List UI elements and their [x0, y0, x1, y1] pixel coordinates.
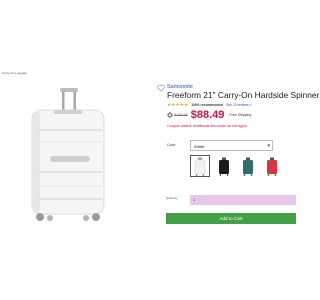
breadcrumb[interactable]: Carry-On Luggage — [2, 71, 27, 75]
recommend-text: 100% recommended — [191, 103, 224, 107]
suitcase-red-icon — [267, 157, 277, 176]
color-label: Color — [167, 143, 176, 147]
shipping-text: - Free Shipping — [227, 113, 252, 117]
color-select[interactable]: White ▾ — [190, 140, 273, 151]
sale-tag-icon — [167, 112, 173, 118]
chevron-down-icon: ▾ — [267, 143, 270, 149]
color-swatches — [190, 155, 282, 177]
coupon-message: Coupon added. Additional discounts do no… — [167, 124, 248, 128]
star-rating-icon: ★★★★★ — [167, 102, 189, 107]
color-select-value: White — [194, 144, 205, 149]
product-page: Carry-On Luggage Samsonite Freeform 21" … — [0, 0, 319, 300]
heart-icon[interactable] — [157, 84, 165, 92]
rating-row: ★★★★★ 100% recommended See 10 reviews » — [167, 102, 251, 108]
product-image[interactable] — [24, 86, 112, 222]
quantity-input[interactable]: 1 — [191, 196, 201, 204]
product-title: Freeform 21" Carry-On Hardside Spinner — [167, 90, 320, 100]
original-price: $199.99 — [174, 113, 188, 117]
swatch-teal[interactable] — [238, 155, 258, 177]
swatch-white[interactable] — [190, 155, 210, 177]
swatch-black[interactable] — [214, 155, 234, 177]
price-row: $199.99 $88.49 - Free Shipping — [167, 109, 251, 121]
reviews-link[interactable]: See 10 reviews » — [226, 103, 251, 107]
add-to-cart-button[interactable]: Add to Cart — [166, 213, 296, 224]
suitcase-black-icon — [219, 157, 229, 176]
quantity-highlight — [190, 195, 296, 205]
suitcase-teal-icon — [243, 157, 253, 176]
quantity-label: Quantity — [166, 196, 178, 200]
sale-price: $88.49 — [190, 109, 225, 121]
suitcase-white-icon — [194, 157, 206, 176]
swatch-red[interactable] — [262, 155, 282, 177]
